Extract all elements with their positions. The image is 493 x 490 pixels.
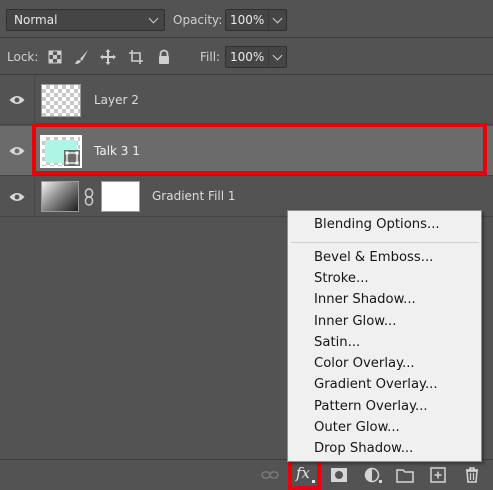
layer-thumbnail xyxy=(41,84,81,117)
lock-position-icon[interactable] xyxy=(100,49,116,65)
menu-item-stroke[interactable]: Stroke... xyxy=(314,271,369,286)
chevron-down-icon xyxy=(272,50,283,61)
chevron-down-icon xyxy=(148,13,159,24)
lock-bar: Lock: Fill: 100% xyxy=(0,39,493,75)
eye-icon[interactable] xyxy=(9,95,25,105)
new-layer-icon[interactable] xyxy=(429,467,447,483)
trash-icon[interactable] xyxy=(463,467,481,483)
opacity-label: Opacity: xyxy=(173,13,223,27)
lock-all-icon[interactable] xyxy=(156,49,172,65)
layer-style-menu: Blending Options... Bevel & Emboss... St… xyxy=(287,210,482,462)
eye-icon[interactable] xyxy=(9,192,25,202)
chain-link-icon[interactable] xyxy=(84,188,94,206)
lock-transparent-pixels-icon[interactable] xyxy=(47,49,63,65)
lock-label: Lock: xyxy=(7,50,39,64)
opacity-dropdown-button[interactable] xyxy=(268,10,286,30)
visibility-toggle[interactable] xyxy=(0,177,35,216)
menu-item-gradient-overlay[interactable]: Gradient Overlay... xyxy=(314,377,438,392)
add-mask-icon[interactable] xyxy=(330,467,348,483)
adjustment-layer-icon[interactable] xyxy=(364,467,382,483)
fill-dropdown-button[interactable] xyxy=(268,47,286,67)
link-layers-icon[interactable] xyxy=(261,467,279,483)
menu-item-bevel-emboss[interactable]: Bevel & Emboss... xyxy=(314,250,433,265)
menu-item-satin[interactable]: Satin... xyxy=(314,335,360,350)
gradient-thumbnail xyxy=(41,181,79,212)
selected-layer-highlight xyxy=(32,123,487,175)
fill-field[interactable]: 100% xyxy=(225,46,287,68)
menu-item-pattern-overlay[interactable]: Pattern Overlay... xyxy=(314,399,428,414)
layer-name[interactable]: Gradient Fill 1 xyxy=(152,189,236,203)
menu-item-inner-glow[interactable]: Inner Glow... xyxy=(314,314,396,329)
menu-item-blending-options[interactable]: Blending Options... xyxy=(314,217,440,232)
lock-image-pixels-icon[interactable] xyxy=(74,49,90,65)
opacity-field[interactable]: 100% xyxy=(225,9,287,31)
menu-item-outer-glow[interactable]: Outer Glow... xyxy=(314,420,400,435)
visibility-toggle[interactable] xyxy=(0,76,35,124)
chevron-down-icon xyxy=(272,13,283,24)
layer-mask-thumbnail[interactable] xyxy=(101,181,140,212)
blend-mode-value: Normal xyxy=(14,13,58,27)
menu-item-inner-shadow[interactable]: Inner Shadow... xyxy=(314,292,416,307)
menu-item-drop-shadow[interactable]: Drop Shadow... xyxy=(314,441,413,456)
menu-separator xyxy=(291,242,479,243)
group-folder-icon[interactable] xyxy=(396,467,414,483)
fill-label: Fill: xyxy=(200,50,221,64)
lock-artboard-icon[interactable] xyxy=(128,49,144,65)
opacity-value: 100% xyxy=(230,13,265,27)
fill-value: 100% xyxy=(230,50,265,64)
blend-opacity-bar: Normal Opacity: 100% xyxy=(0,0,493,38)
visibility-toggle[interactable] xyxy=(0,126,35,175)
layer-name[interactable]: Layer 2 xyxy=(94,93,139,107)
eye-icon[interactable] xyxy=(9,146,25,156)
layers-bottom-toolbar: fx xyxy=(0,459,493,490)
blend-mode-dropdown[interactable]: Normal xyxy=(6,9,165,31)
menu-item-color-overlay[interactable]: Color Overlay... xyxy=(314,356,415,371)
layer-row[interactable]: Layer 2 xyxy=(0,76,493,125)
